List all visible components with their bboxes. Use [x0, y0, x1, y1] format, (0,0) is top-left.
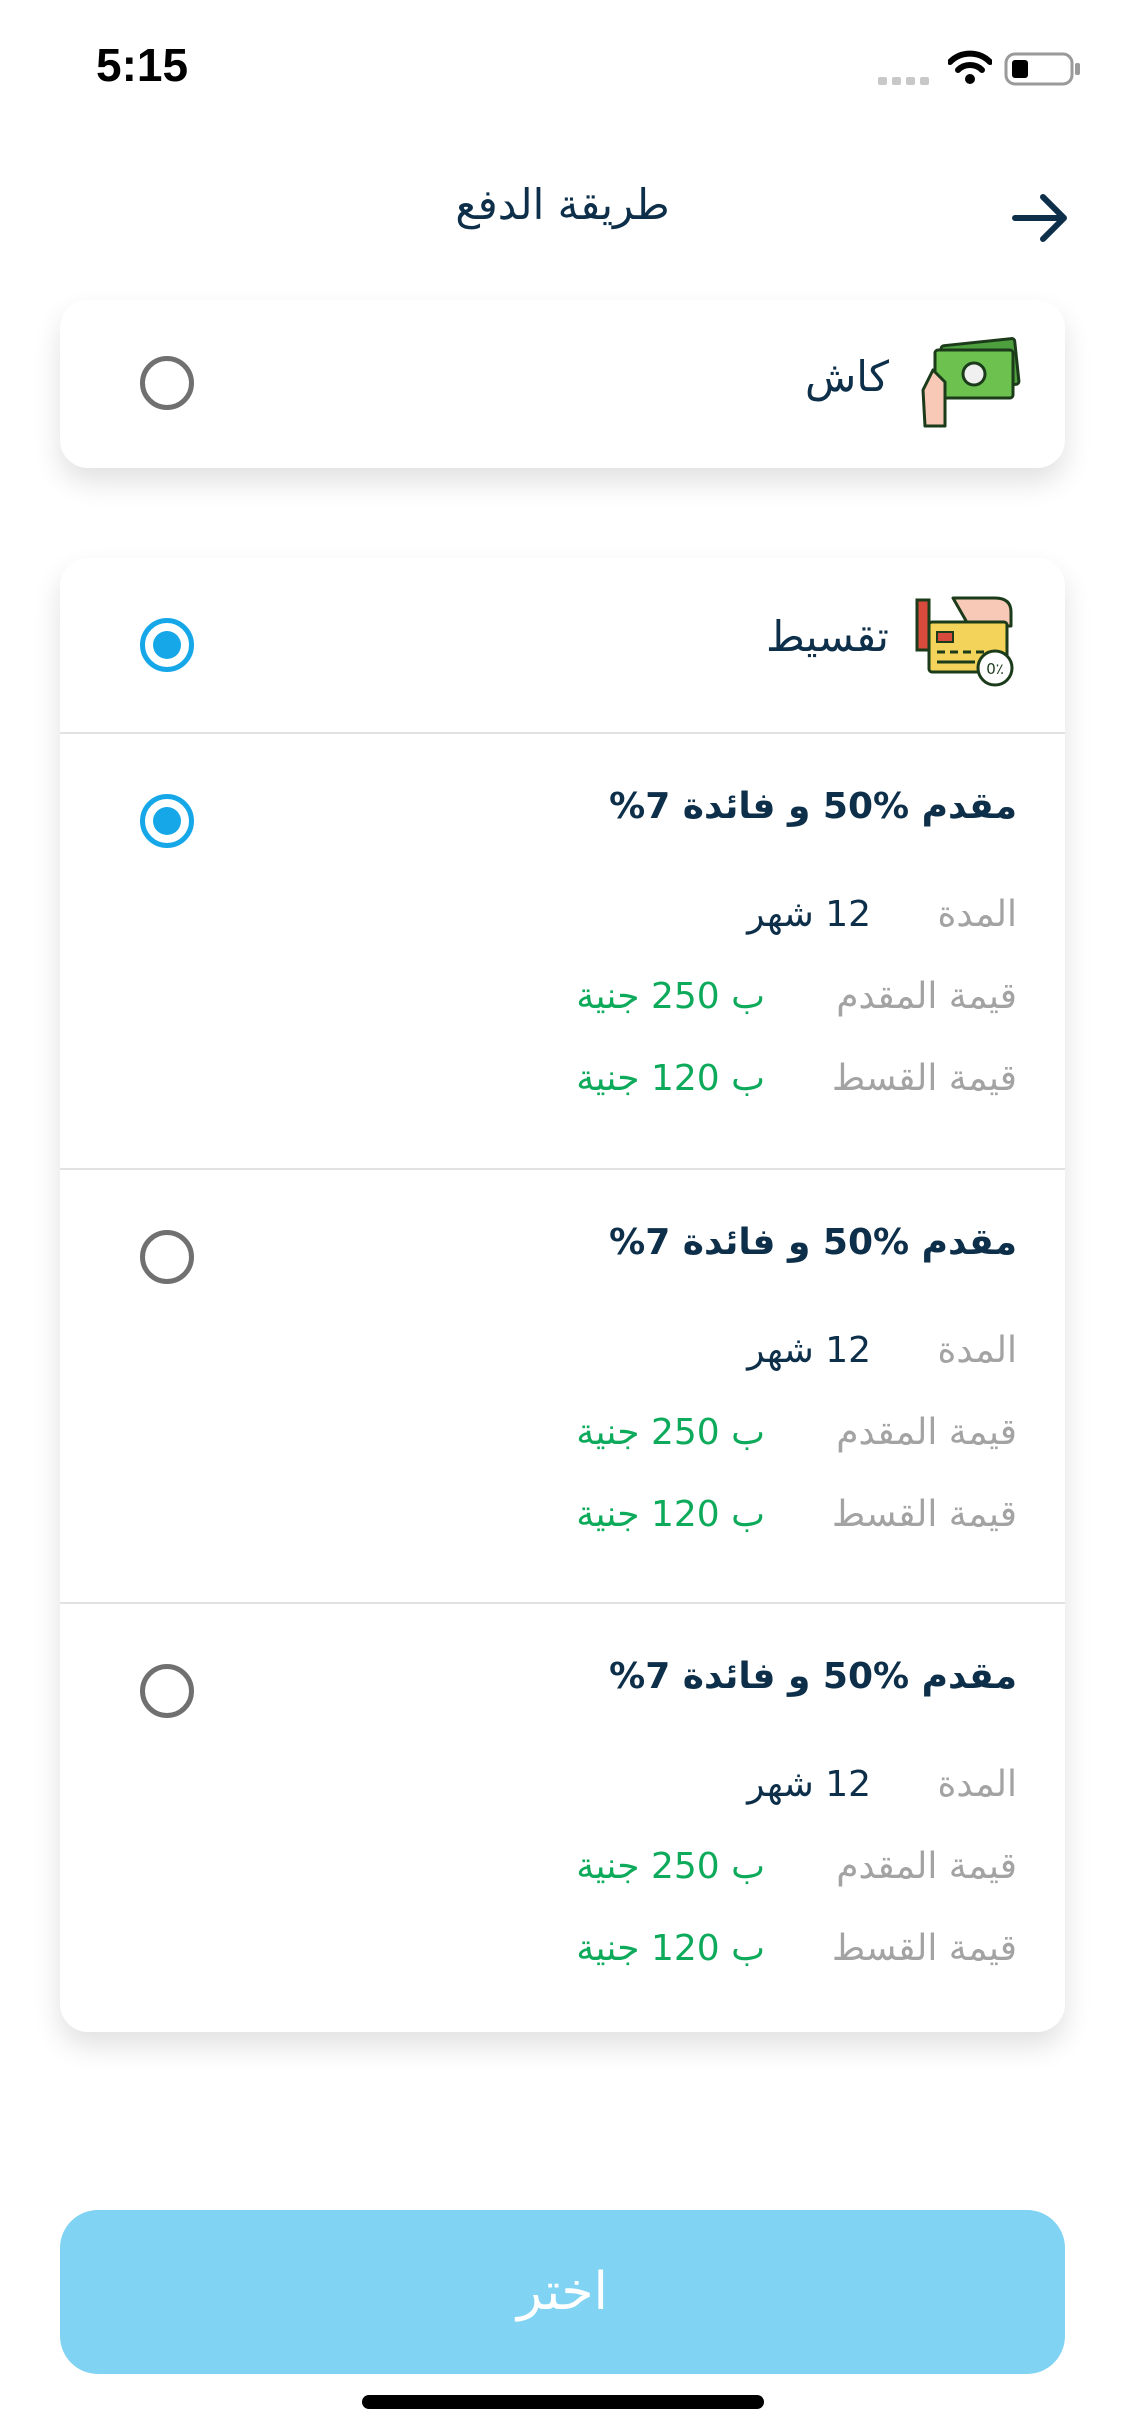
- plan-installment-row: قيمة القسط ب 120 جنية: [576, 1488, 1017, 1540]
- duration-label: المدة: [937, 1329, 1017, 1371]
- home-indicator: [362, 2395, 764, 2409]
- duration-value: 12 شهر: [747, 1763, 871, 1805]
- down-payment-value: ب 250 جنية: [576, 975, 765, 1017]
- installment-header[interactable]: تقسيط 0٪: [60, 558, 1065, 732]
- installment-card-icon: 0٪: [915, 596, 1014, 687]
- page-title: طريقة الدفع: [455, 180, 670, 229]
- installment-amount-value: ب 120 جنية: [576, 1057, 765, 1099]
- duration-value: 12 شهر: [747, 893, 871, 935]
- cash-option-card[interactable]: كاش: [60, 300, 1065, 468]
- installment-radio[interactable]: [140, 618, 194, 672]
- cellular-signal-icon: [878, 77, 929, 85]
- down-payment-label: قيمة المقدم: [836, 1411, 1017, 1453]
- installment-amount-value: ب 120 جنية: [576, 1493, 765, 1535]
- down-payment-value: ب 250 جنية: [576, 1411, 765, 1453]
- installment-plan-2[interactable]: مقدم %50 و فائدة 7% المدة 12 شهر قيمة ال…: [60, 1170, 1065, 1602]
- status-bar: 5:15: [0, 0, 1125, 132]
- duration-value: 12 شهر: [747, 1329, 871, 1371]
- down-payment-label: قيمة المقدم: [836, 975, 1017, 1017]
- installment-amount-label: قيمة القسط: [831, 1493, 1017, 1535]
- svg-text:0٪: 0٪: [986, 660, 1004, 678]
- installment-plan-3[interactable]: مقدم %50 و فائدة 7% المدة 12 شهر قيمة ال…: [60, 1604, 1065, 2032]
- plan-down-payment-row: قيمة المقدم ب 250 جنية: [576, 1840, 1017, 1892]
- battery-icon: [1004, 52, 1080, 86]
- choose-button[interactable]: اختر: [60, 2210, 1065, 2374]
- plan-down-payment-row: قيمة المقدم ب 250 جنية: [576, 970, 1017, 1022]
- plan-2-radio[interactable]: [140, 1230, 194, 1284]
- plan-1-radio[interactable]: [140, 794, 194, 848]
- plan-duration-row: المدة 12 شهر: [747, 1324, 1017, 1376]
- back-arrow-icon[interactable]: [1005, 183, 1075, 253]
- plan-down-payment-row: قيمة المقدم ب 250 جنية: [576, 1406, 1017, 1458]
- plan-installment-row: قيمة القسط ب 120 جنية: [576, 1922, 1017, 1974]
- plan-duration-row: المدة 12 شهر: [747, 888, 1017, 940]
- plan-installment-row: قيمة القسط ب 120 جنية: [576, 1052, 1017, 1104]
- installment-amount-label: قيمة القسط: [831, 1057, 1017, 1099]
- plan-title: مقدم %50 و فائدة 7%: [609, 1656, 1017, 1697]
- duration-label: المدة: [937, 893, 1017, 935]
- down-payment-label: قيمة المقدم: [836, 1845, 1017, 1887]
- installment-plan-1[interactable]: مقدم %50 و فائدة 7% المدة 12 شهر قيمة ال…: [60, 734, 1065, 1166]
- status-time: 5:15: [96, 39, 189, 91]
- plan-3-radio[interactable]: [140, 1664, 194, 1718]
- installment-amount-label: قيمة القسط: [831, 1927, 1017, 1969]
- plan-duration-row: المدة 12 شهر: [747, 1758, 1017, 1810]
- installment-option-card: تقسيط 0٪ مقدم %50 و فائدة 7% المدة 12 شه…: [60, 558, 1065, 2032]
- installment-label: تقسيط: [766, 612, 889, 661]
- plan-title: مقدم %50 و فائدة 7%: [609, 786, 1017, 827]
- down-payment-value: ب 250 جنية: [576, 1845, 765, 1887]
- plan-title: مقدم %50 و فائدة 7%: [609, 1222, 1017, 1263]
- app-header: طريقة الدفع: [0, 150, 1125, 270]
- cash-radio[interactable]: [140, 356, 194, 410]
- cash-hand-icon: [921, 337, 1021, 428]
- wifi-icon: [948, 50, 992, 84]
- installment-amount-value: ب 120 جنية: [576, 1927, 765, 1969]
- cash-label: كاش: [804, 352, 889, 401]
- duration-label: المدة: [937, 1763, 1017, 1805]
